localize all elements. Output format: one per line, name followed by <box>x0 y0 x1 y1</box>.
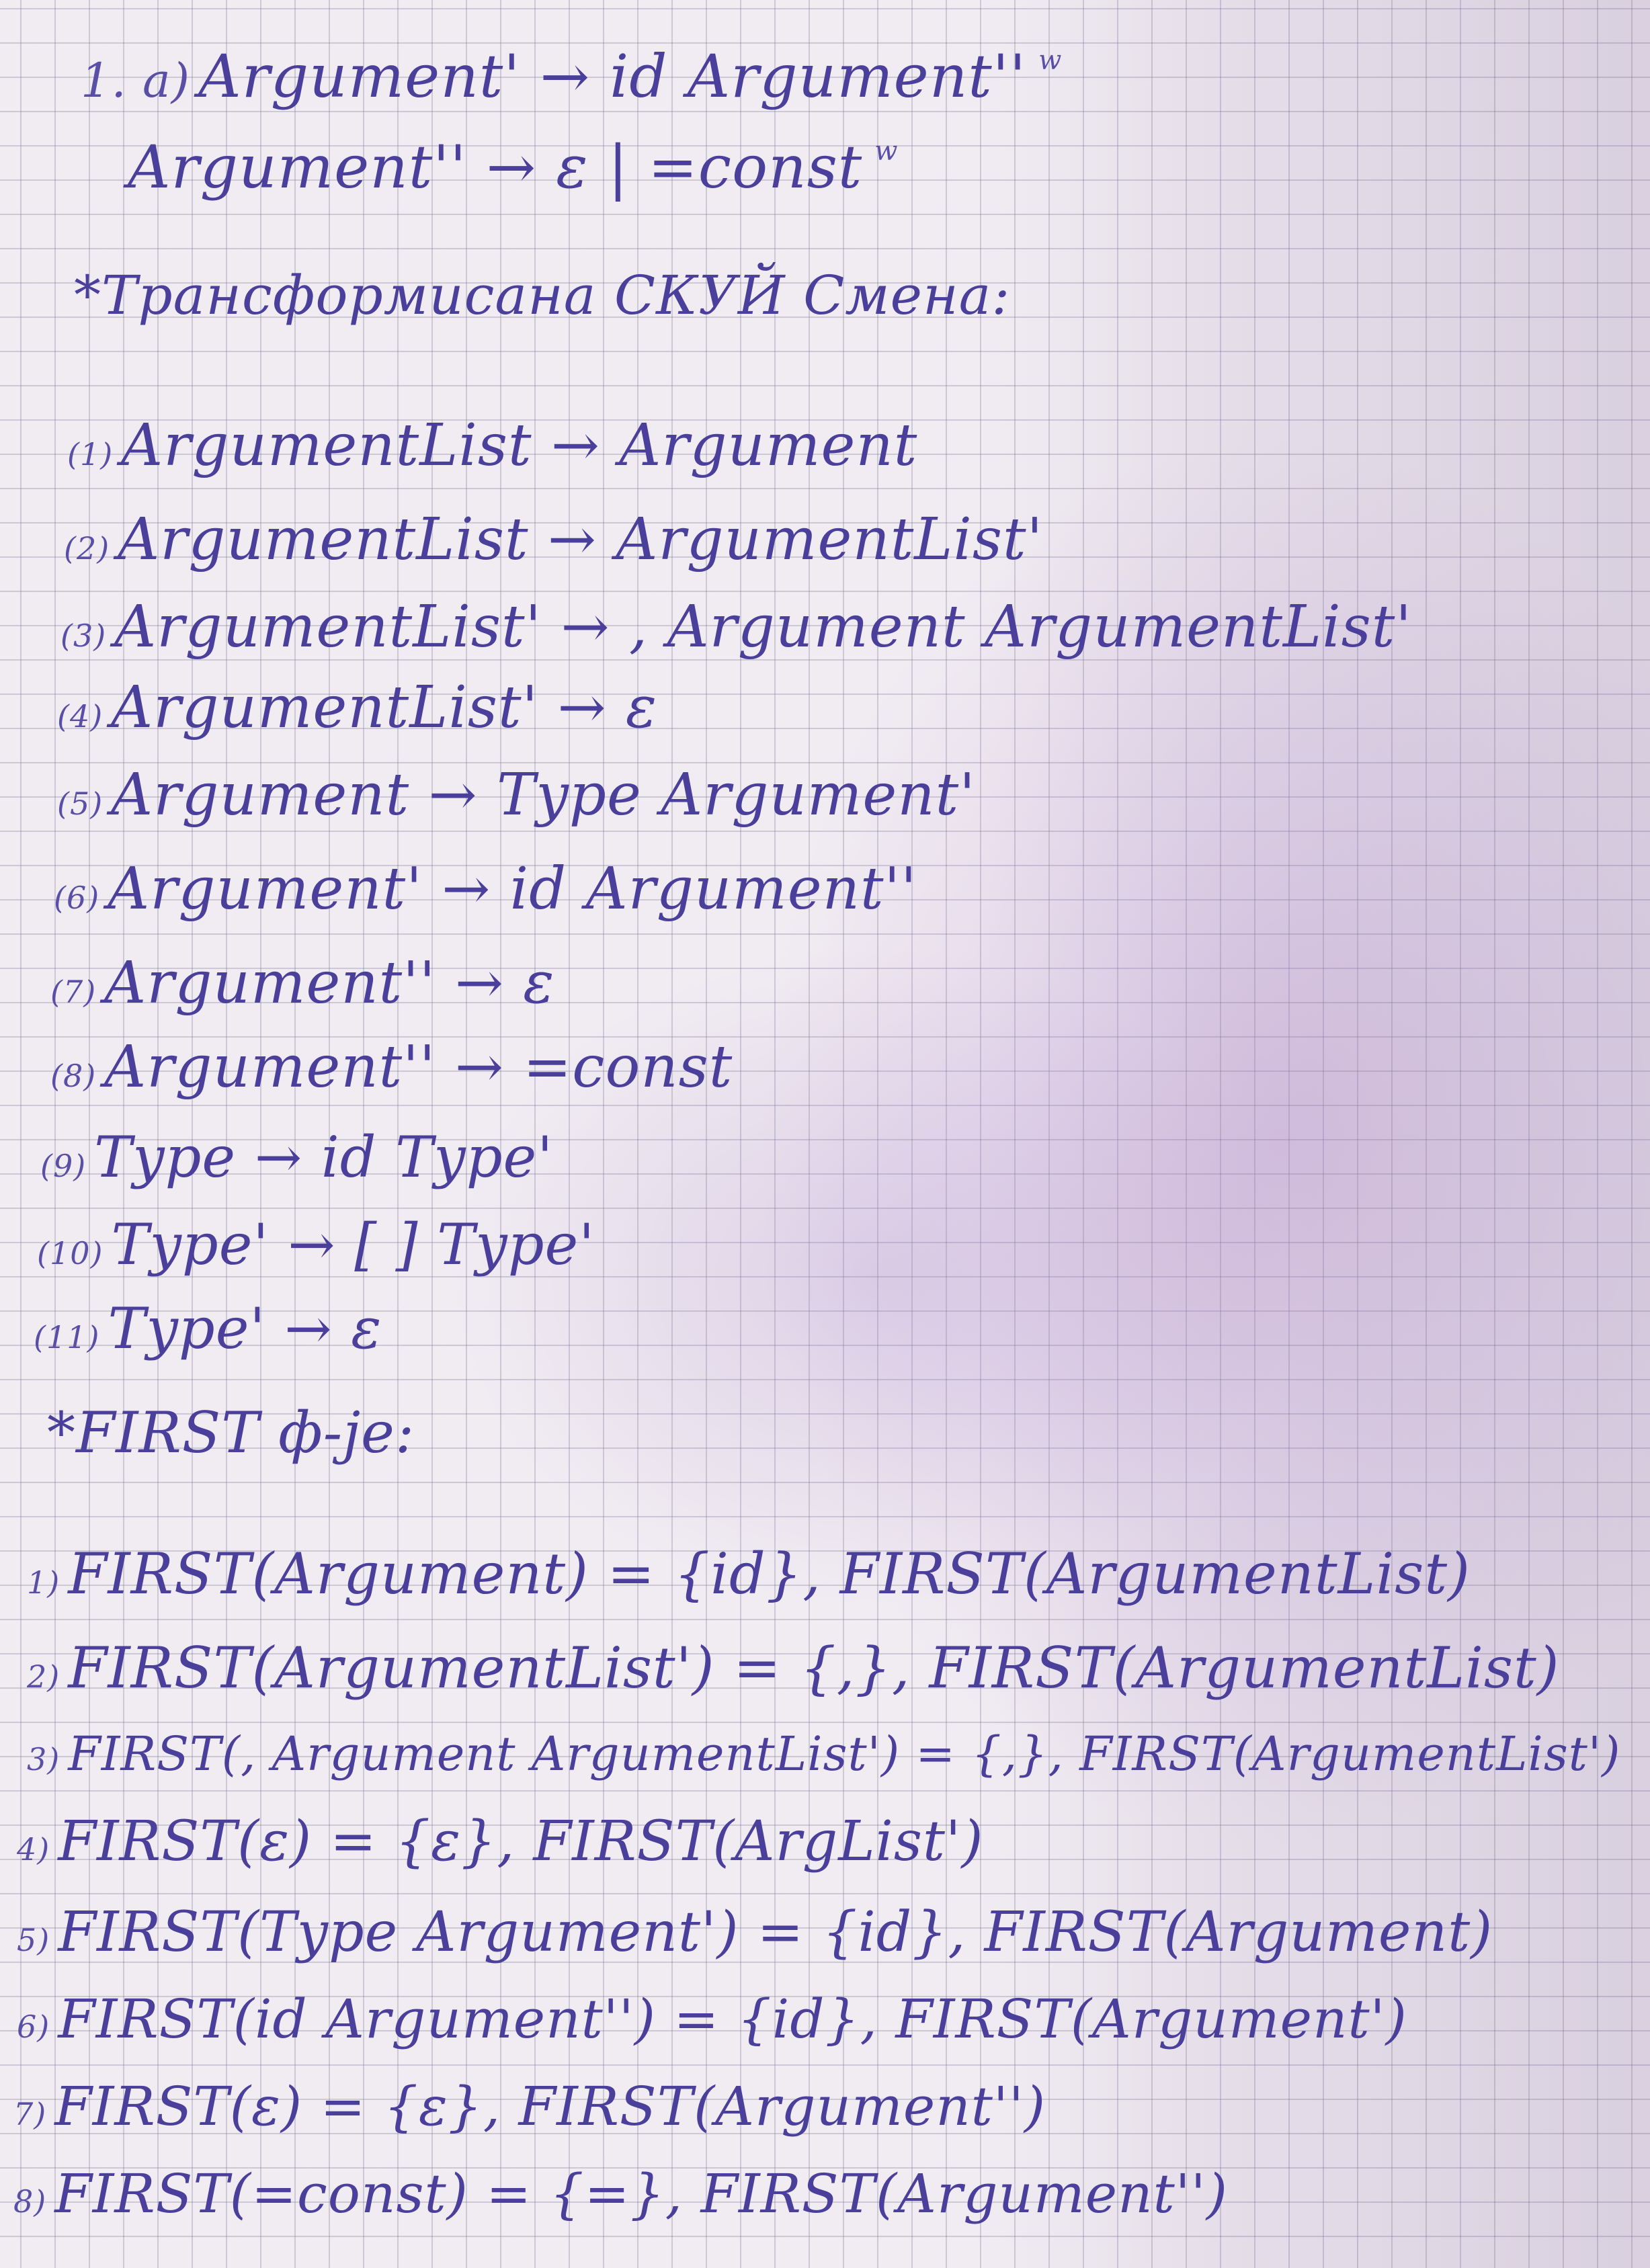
rule-text: Type → id Type' <box>94 1124 554 1190</box>
first-number: 6) <box>17 2009 50 2045</box>
header-rule-1: Argument' → id Argument'' <box>198 42 1027 111</box>
rule-text: ArgumentList' → , Argument ArgumentList' <box>114 593 1412 661</box>
rule-item: (5) Argument → Type Argument' <box>57 766 976 840</box>
first-item: 8) FIRST(=const) = {=}, FIRST(Argument'') <box>13 2167 1228 2241</box>
rule-text: Type' → ε <box>108 1296 382 1361</box>
first-section-title: *FIRST ф-је: <box>47 1400 415 1466</box>
rule-number: (10) <box>37 1235 104 1271</box>
first-number: 5) <box>17 1922 50 1958</box>
rule-item: (9) Type → id Type' <box>40 1129 553 1203</box>
rule-text: Argument → Type Argument' <box>111 761 976 829</box>
rule-text: Argument'' → =const <box>104 1034 733 1101</box>
first-text: FIRST(Type Argument') = {id}, FIRST(Argu… <box>58 1900 1493 1964</box>
first-number: 7) <box>13 2096 47 2132</box>
rule-number: (4) <box>57 698 104 734</box>
rule-number: (5) <box>57 786 104 822</box>
first-text: FIRST(ε) = {ε}, FIRST(ArgList') <box>58 1810 984 1874</box>
rule-number: (2) <box>64 530 110 566</box>
rule-number: (8) <box>50 1058 97 1094</box>
first-item: 1) FIRST(Argument) = {id}, FIRST(Argument… <box>27 1546 1471 1620</box>
rule-text: ArgumentList' → ε <box>111 674 658 741</box>
first-item: 4) FIRST(ε) = {ε}, FIRST(ArgList') <box>17 1814 983 1888</box>
rule-item: (6) Argument' → id Argument'' <box>54 860 917 934</box>
header-line-2: Argument'' → ε | =const w <box>128 138 899 212</box>
rule-item: (1) ArgumentList → Argument <box>67 417 917 491</box>
rule-item: (10) Type' → [ ] Type' <box>37 1216 595 1290</box>
first-item: 6) FIRST(id Argument'') = {id}, FIRST(Arg… <box>17 1992 1407 2066</box>
rule-text: Argument'' → ε <box>104 950 555 1017</box>
first-item: 2) FIRST(ArgumentList') = {,}, FIRST(Argu… <box>27 1640 1560 1714</box>
header-line-1: 1. a) Argument' → id Argument'' w <box>81 47 1062 121</box>
rule-number: (6) <box>54 880 100 916</box>
first-item: 3) FIRST(, Argument ArgumentList') = {,},… <box>27 1730 1620 1804</box>
rule-item: (7) Argument'' → ε <box>50 954 554 1028</box>
first-text: FIRST(ArgumentList') = {,}, FIRST(Argume… <box>68 1635 1560 1701</box>
first-text: FIRST(id Argument'') = {id}, FIRST(Argum… <box>58 1988 1407 2050</box>
rule-text: Argument' → id Argument'' <box>108 855 917 923</box>
first-text: FIRST(=const) = {=}, FIRST(Argument'') <box>54 2162 1228 2225</box>
rule-number: (11) <box>34 1319 100 1355</box>
rule-item: (2) ArgumentList → ArgumentList' <box>64 511 1043 585</box>
header-rule-2: Argument'' → ε | =const <box>128 132 863 202</box>
rule-number: (7) <box>50 974 97 1010</box>
rule-text: ArgumentList → Argument <box>121 412 918 479</box>
first-number: 8) <box>13 2183 47 2220</box>
header-label: 1. a) <box>81 53 191 108</box>
check-mark-2: w <box>874 136 899 167</box>
first-number: 4) <box>17 1831 50 1867</box>
first-text: FIRST(ε) = {ε}, FIRST(Argument'') <box>54 2075 1046 2138</box>
rule-number: (3) <box>60 618 107 654</box>
rule-number: (9) <box>40 1148 87 1184</box>
rule-text: Type' → [ ] Type' <box>111 1212 595 1277</box>
first-number: 2) <box>27 1658 60 1695</box>
rule-item: (11) Type' → ε <box>34 1300 382 1374</box>
rule-item: (3) ArgumentList' → , Argument ArgumentLi… <box>60 598 1412 672</box>
check-mark-1: w <box>1038 45 1063 76</box>
rule-text: ArgumentList → ArgumentList' <box>118 506 1044 573</box>
first-item: 7) FIRST(ε) = {ε}, FIRST(Argument'') <box>13 2080 1046 2154</box>
rule-item: (8) Argument'' → =const <box>50 1038 733 1112</box>
rule-item: (4) ArgumentList' → ε <box>57 679 657 753</box>
rule-number: (1) <box>67 436 114 472</box>
first-item: 5) FIRST(Type Argument') = {id}, FIRST(Ar… <box>17 1905 1493 1979</box>
first-number: 3) <box>27 1741 60 1777</box>
rules-section-title: *Трансформисана СКУЙ Смена: <box>74 264 1011 327</box>
first-text: FIRST(Argument) = {id}, FIRST(ArgumentLi… <box>68 1541 1471 1607</box>
first-text: FIRST(, Argument ArgumentList') = {,}, F… <box>68 1726 1621 1781</box>
first-number: 1) <box>27 1564 60 1601</box>
